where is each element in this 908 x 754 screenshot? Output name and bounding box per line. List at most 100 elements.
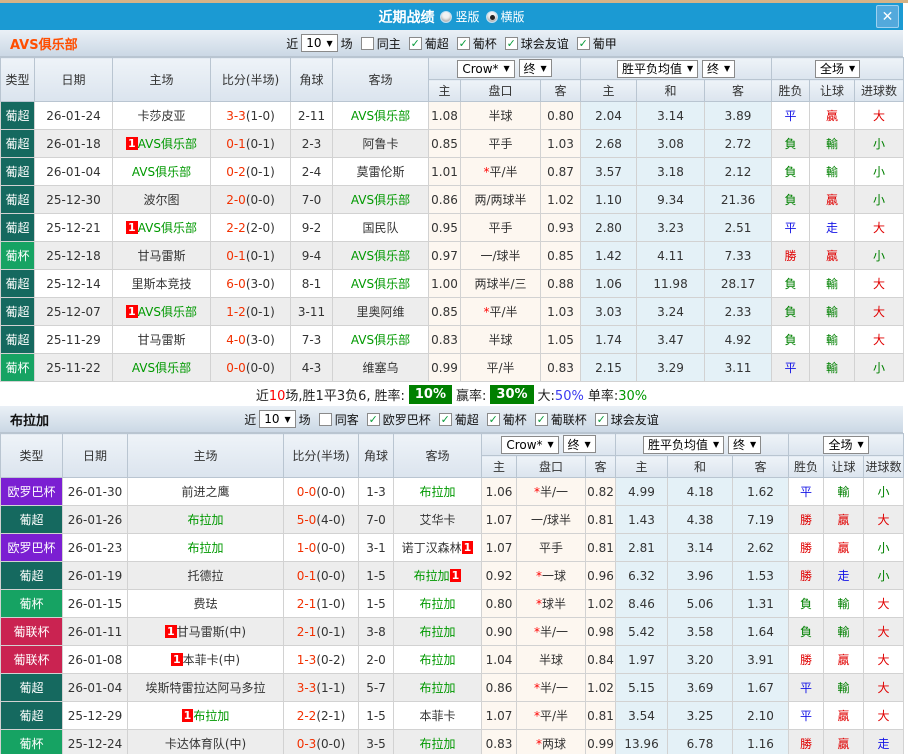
handicap-result-cell: 輸 [809, 325, 856, 354]
match-count-select[interactable]: 10 [259, 410, 296, 428]
avg-home-cell: 1.74 [580, 325, 638, 354]
radio-unchecked-icon[interactable] [440, 10, 453, 23]
league-checkbox-friendly[interactable] [504, 36, 518, 50]
radio-vertical-label: 竖版 [455, 10, 480, 24]
fulltime-select[interactable]: 全场 [814, 59, 861, 78]
league-label: 欧罗巴杯 [382, 412, 431, 427]
away-team-cell: AVS俱乐部 [332, 101, 429, 130]
odds-time-select[interactable]: 终 [518, 59, 552, 78]
home-odds-cell: 0.90 [481, 617, 517, 646]
avg-draw-cell: 3.25 [667, 701, 734, 730]
avg-away-cell: 2.72 [704, 129, 773, 158]
corners-cell: 1-5 [358, 589, 394, 618]
avg-time-select[interactable]: 终 [701, 59, 736, 78]
result-cell: 負 [788, 617, 825, 646]
date-cell: 26-01-23 [62, 533, 128, 562]
close-icon[interactable] [876, 5, 899, 28]
avg-time-select[interactable]: 终 [727, 435, 762, 454]
match-count-select[interactable]: 10 [301, 34, 338, 52]
handicap-result-cell: 走 [809, 213, 856, 242]
same-home-checkbox[interactable] [360, 36, 374, 50]
avg-draw-cell: 3.14 [636, 101, 706, 130]
odds-source-select[interactable]: Crow* [501, 435, 559, 454]
avg-away-cell: 2.12 [704, 157, 773, 186]
away-team-cell: AVS俱乐部 [332, 325, 429, 354]
avg-type-select[interactable]: 胜平负均值 [616, 59, 699, 78]
home-team-cell: 埃斯特雷拉达阿马多拉 [127, 673, 284, 702]
sub-col-avg-home: 主 [615, 455, 669, 478]
date-cell: 25-11-22 [34, 353, 113, 382]
handicap-result-cell: 走 [823, 561, 865, 590]
away-odds-cell: 1.02 [584, 589, 617, 618]
away-team-cell: 艾华卡 [393, 505, 482, 534]
result-cell: 平 [788, 701, 825, 730]
goals-result-cell: 大 [863, 505, 905, 534]
corners-cell: 4-3 [290, 353, 333, 382]
date-cell: 25-12-29 [62, 701, 128, 730]
league-checkbox-pt-cup[interactable] [456, 36, 470, 50]
avg-home-cell: 1.06 [580, 269, 638, 298]
date-cell: 25-12-24 [62, 729, 128, 754]
result-cell: 平 [771, 101, 811, 130]
odds-source-select[interactable]: Crow* [457, 59, 515, 78]
fulltime-group-header: 全场 [788, 433, 905, 456]
avg-away-cell: 7.33 [704, 241, 773, 270]
home-team-cell: 里斯本竞技 [112, 269, 211, 298]
avg-draw-cell: 3.96 [667, 561, 734, 590]
layout-vertical-radio[interactable]: 竖版 [440, 8, 480, 25]
away-odds-cell: 0.80 [539, 101, 582, 130]
away-team-cell: 诺丁汉森林 1 [393, 533, 482, 562]
rank-1-badge: 1 [181, 709, 194, 722]
home-team-cell: 托德拉 [127, 561, 284, 590]
home-team-cell: AVS俱乐部 [112, 353, 211, 382]
sub-col-goals: 进球数 [863, 455, 905, 478]
home-team-cell: 波尔图 [112, 185, 211, 214]
score-cell: 1-2(0-1) [210, 297, 291, 326]
home-team-cell: 费珐 [127, 589, 284, 618]
avg-away-cell: 2.10 [732, 701, 790, 730]
league-checkbox-league-cup[interactable] [534, 412, 548, 426]
avg-away-cell: 7.19 [732, 505, 790, 534]
handicap-result-cell: 輸 [809, 353, 856, 382]
section-header-avs: AVS俱乐部 近 10 场 同主 葡超 葡杯 球会友谊 葡甲 [0, 30, 903, 57]
result-cell: 平 [788, 477, 825, 506]
sub-col-handicap-result: 让球 [809, 79, 856, 102]
league-checkbox-pt-liga2[interactable] [576, 36, 590, 50]
league-checkbox-pt-cup[interactable] [486, 412, 500, 426]
avg-type-select[interactable]: 胜平负均值 [642, 435, 725, 454]
avg-away-cell: 3.91 [732, 645, 790, 674]
odds-time-select[interactable]: 终 [562, 435, 596, 454]
result-cell: 勝 [788, 533, 825, 562]
near-label: 近 [286, 36, 299, 51]
handicap-result-cell: 輸 [809, 297, 856, 326]
avg-away-cell: 3.89 [704, 101, 773, 130]
team-name-braga: 布拉加 [10, 413, 50, 429]
sub-col-avg-away: 客 [704, 79, 773, 102]
handicap-result-cell: 贏 [823, 645, 865, 674]
home-team-cell: 1 本菲卡(中) [127, 645, 284, 674]
away-team-cell: 布拉加 [393, 589, 482, 618]
league-cell: 葡超 [0, 673, 63, 702]
handicap-result-cell: 輸 [809, 157, 856, 186]
date-cell: 26-01-26 [62, 505, 128, 534]
avg-home-cell: 3.03 [580, 297, 638, 326]
avg-draw-cell: 3.69 [667, 673, 734, 702]
league-checkbox-friendly[interactable] [594, 412, 608, 426]
sub-col-avg-away: 客 [732, 455, 790, 478]
layout-horizontal-radio[interactable]: 横版 [485, 8, 525, 25]
away-team-cell: 布拉加 [393, 477, 482, 506]
odds-group-header: Crow* 终 [480, 433, 617, 456]
radio-checked-icon[interactable] [485, 10, 498, 23]
avg-away-cell: 2.62 [732, 533, 790, 562]
fulltime-select[interactable]: 全场 [823, 435, 869, 454]
handicap-result-cell: 輸 [823, 617, 865, 646]
league-cell: 葡联杯 [0, 617, 63, 646]
handicap-cell: *半/一 [516, 477, 586, 506]
avg-away-cell: 21.36 [704, 185, 773, 214]
league-checkbox-europa[interactable] [366, 412, 380, 426]
home-odds-cell: 0.97 [428, 241, 461, 270]
handicap-cell: 平手 [460, 213, 541, 242]
same-away-checkbox[interactable] [318, 412, 332, 426]
league-checkbox-pt-liga[interactable] [438, 412, 452, 426]
league-checkbox-pt-liga[interactable] [408, 36, 422, 50]
